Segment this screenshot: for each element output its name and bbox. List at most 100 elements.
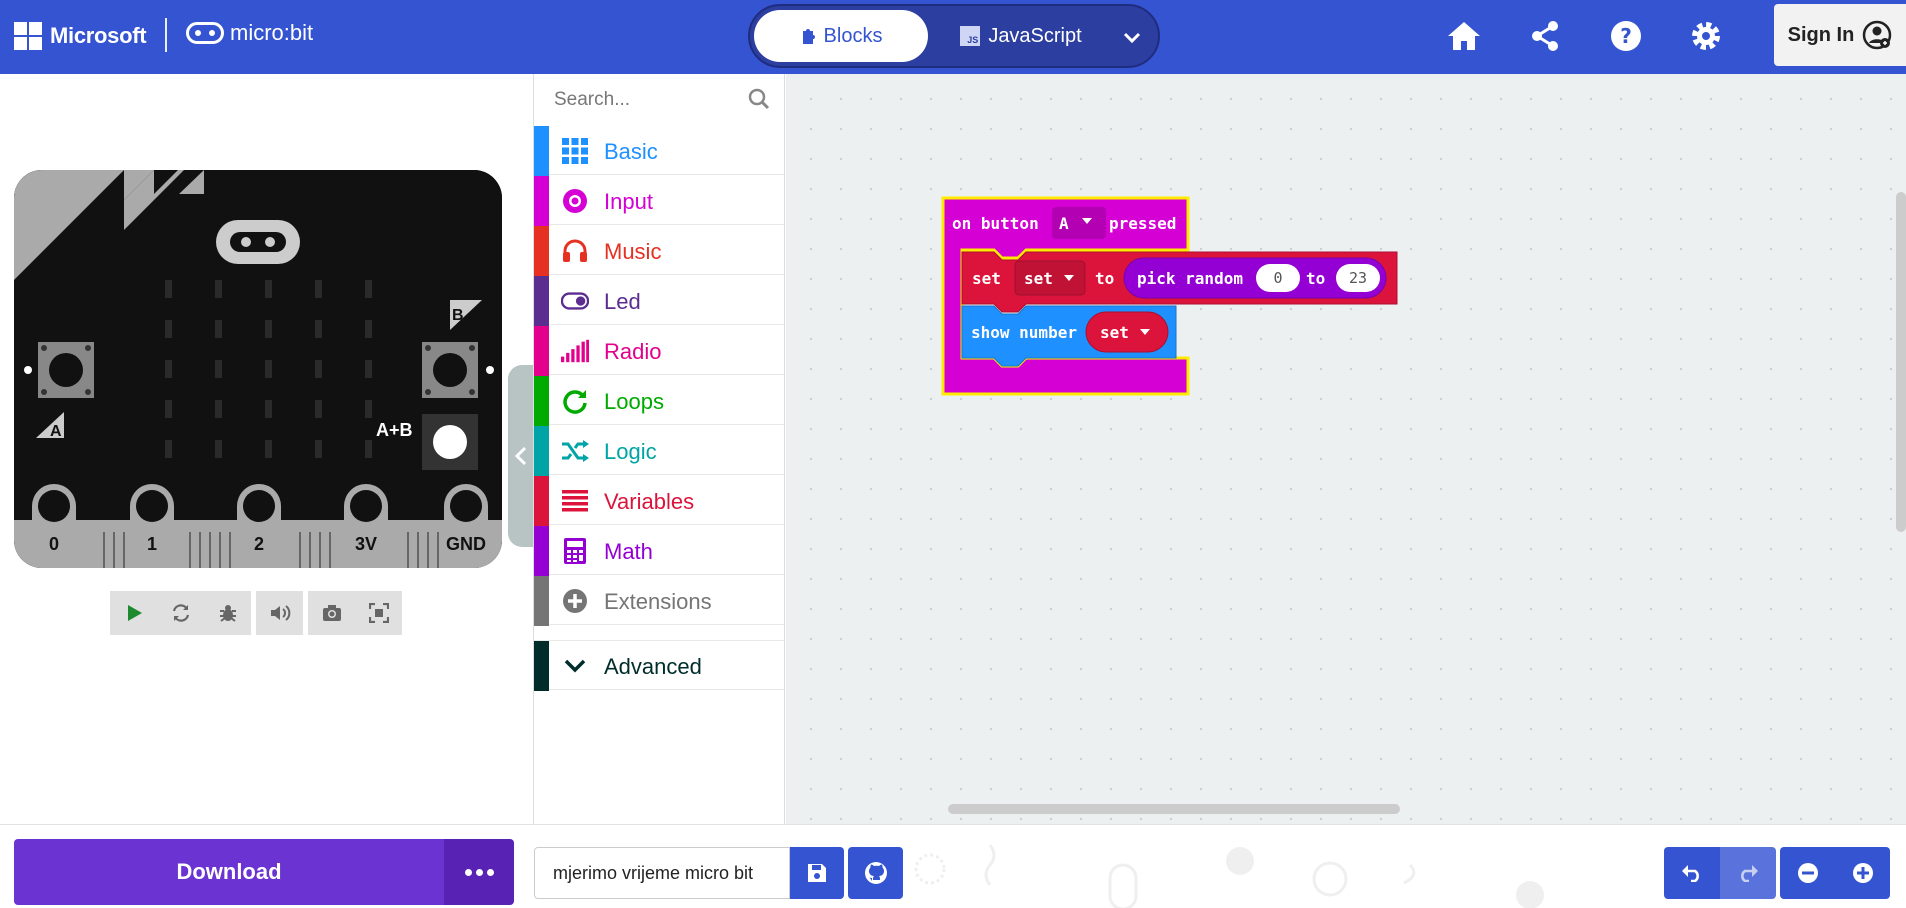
sign-in-label: Sign In bbox=[1787, 23, 1855, 46]
download-options-button[interactable] bbox=[444, 839, 514, 905]
project-name-value: mjerimo vrijeme micro bit bbox=[553, 862, 754, 883]
category-advanced[interactable]: Advanced bbox=[534, 640, 784, 691]
pin-label: 0 bbox=[49, 534, 59, 554]
language-dropdown-button[interactable] bbox=[1114, 20, 1150, 56]
toolbox-search-input[interactable]: Search... bbox=[534, 74, 784, 126]
random-max-value: 23 bbox=[1349, 269, 1367, 287]
button-dropdown-value: A bbox=[1059, 214, 1069, 233]
collapse-simulator-button[interactable] bbox=[508, 365, 534, 547]
download-button[interactable]: Download bbox=[14, 839, 444, 905]
category-color-bar bbox=[534, 576, 549, 626]
random-min-value: 0 bbox=[1273, 269, 1282, 287]
github-button[interactable] bbox=[848, 847, 903, 899]
blocks-workspace[interactable]: on button A pressed set set to pick rand… bbox=[786, 74, 1906, 824]
category-logic[interactable]: Logic bbox=[534, 426, 784, 476]
chevron-down-icon bbox=[561, 652, 589, 680]
bottom-toolbar: Download mjerimo vrijeme micro bit bbox=[0, 824, 1906, 908]
random-to-label: to bbox=[1306, 269, 1325, 288]
brand-name: Microsoft bbox=[50, 23, 147, 48]
button-b[interactable] bbox=[422, 342, 478, 398]
category-variables[interactable]: Variables bbox=[534, 476, 784, 526]
zoom-out-button[interactable] bbox=[1780, 847, 1836, 899]
category-music[interactable]: Music bbox=[534, 226, 784, 276]
category-color-bar bbox=[534, 426, 549, 476]
button-a-label: A bbox=[50, 423, 62, 440]
play-button[interactable] bbox=[110, 591, 157, 635]
share-button[interactable] bbox=[1523, 14, 1567, 58]
mute-button[interactable] bbox=[256, 591, 303, 635]
restart-button[interactable] bbox=[157, 591, 204, 635]
microbit-logo[interactable]: micro:bit bbox=[186, 20, 313, 46]
category-label: Advanced bbox=[604, 654, 702, 679]
chevron-down-icon bbox=[1123, 32, 1141, 44]
category-input[interactable]: Input bbox=[534, 176, 784, 226]
category-radio[interactable]: Radio bbox=[534, 326, 784, 376]
variable-reporter-value: set bbox=[1100, 323, 1129, 342]
sign-in-button[interactable]: Sign In bbox=[1774, 4, 1906, 66]
category-label: Input bbox=[604, 189, 653, 214]
home-button[interactable] bbox=[1442, 14, 1486, 58]
to-label: to bbox=[1095, 269, 1114, 288]
download-label: Download bbox=[176, 859, 282, 884]
tab-blocks-label: Blocks bbox=[823, 24, 883, 47]
pin-0[interactable] bbox=[32, 484, 76, 568]
user-icon bbox=[1863, 20, 1892, 50]
redo-button[interactable] bbox=[1720, 847, 1776, 899]
horizontal-scrollbar[interactable] bbox=[948, 804, 1400, 814]
tab-javascript[interactable]: JS JavaScript bbox=[946, 10, 1096, 62]
help-icon: ? bbox=[1611, 21, 1641, 51]
screenshot-button[interactable] bbox=[308, 591, 355, 635]
button-ab[interactable] bbox=[422, 414, 478, 470]
svg-text:?: ? bbox=[1620, 24, 1632, 48]
fullscreen-button[interactable] bbox=[355, 591, 402, 635]
save-button[interactable] bbox=[790, 847, 844, 899]
shuffle-icon bbox=[561, 437, 589, 465]
category-label: Loops bbox=[604, 389, 664, 414]
zoom-in-button[interactable] bbox=[1836, 847, 1890, 899]
category-label: Radio bbox=[604, 339, 662, 364]
set-variable-block[interactable]: set set to pick random 0 to 23 bbox=[961, 251, 1398, 313]
category-led[interactable]: Led bbox=[534, 276, 784, 326]
pin-label: 1 bbox=[147, 534, 157, 554]
background-decoration bbox=[914, 844, 1544, 908]
debug-button[interactable] bbox=[204, 591, 251, 635]
undo-button[interactable] bbox=[1664, 847, 1720, 899]
restart-icon bbox=[172, 604, 189, 622]
more-icon bbox=[464, 868, 494, 876]
redo-icon bbox=[1741, 865, 1758, 882]
save-icon bbox=[808, 864, 826, 882]
pin-2[interactable] bbox=[237, 484, 281, 568]
radio-button-icon bbox=[561, 187, 589, 215]
vertical-scrollbar[interactable] bbox=[1896, 192, 1906, 532]
screenshot-icon bbox=[322, 605, 341, 621]
tab-blocks[interactable]: Blocks bbox=[754, 10, 928, 62]
search-icon[interactable] bbox=[748, 88, 770, 110]
microbit-board[interactable]: A B A+B 0 1 2 3V GND bbox=[14, 170, 502, 568]
category-math[interactable]: Math bbox=[534, 526, 784, 576]
category-label: Basic bbox=[604, 139, 658, 164]
pick-random-label: pick random bbox=[1137, 269, 1243, 288]
refresh-icon bbox=[561, 387, 589, 415]
show-number-block[interactable]: show number set bbox=[961, 305, 1177, 367]
pin-gnd[interactable] bbox=[444, 484, 488, 568]
category-extensions[interactable]: Extensions bbox=[534, 576, 784, 626]
category-label: Variables bbox=[604, 489, 695, 514]
editor-toggle: Blocks JS JavaScript bbox=[748, 4, 1160, 68]
category-loops[interactable]: Loops bbox=[534, 376, 784, 426]
show-number-label: show number bbox=[971, 323, 1077, 342]
project-name-input[interactable]: mjerimo vrijeme micro bit bbox=[534, 847, 790, 899]
button-a[interactable] bbox=[38, 342, 94, 398]
settings-button[interactable] bbox=[1684, 14, 1728, 58]
help-button[interactable]: ? bbox=[1604, 14, 1648, 58]
simulator-toolbar-view bbox=[308, 591, 402, 635]
microsoft-logo[interactable]: Microsoft bbox=[14, 22, 147, 50]
pin-1[interactable] bbox=[130, 484, 174, 568]
pin-3v[interactable] bbox=[344, 484, 388, 568]
pin-label: GND bbox=[446, 534, 486, 554]
category-basic[interactable]: Basic bbox=[534, 126, 784, 176]
category-color-bar bbox=[534, 226, 549, 276]
play-icon bbox=[127, 605, 142, 621]
category-color-bar bbox=[534, 641, 549, 691]
zoom-in-icon bbox=[1853, 863, 1873, 883]
microbit-logo-icon bbox=[186, 22, 224, 44]
